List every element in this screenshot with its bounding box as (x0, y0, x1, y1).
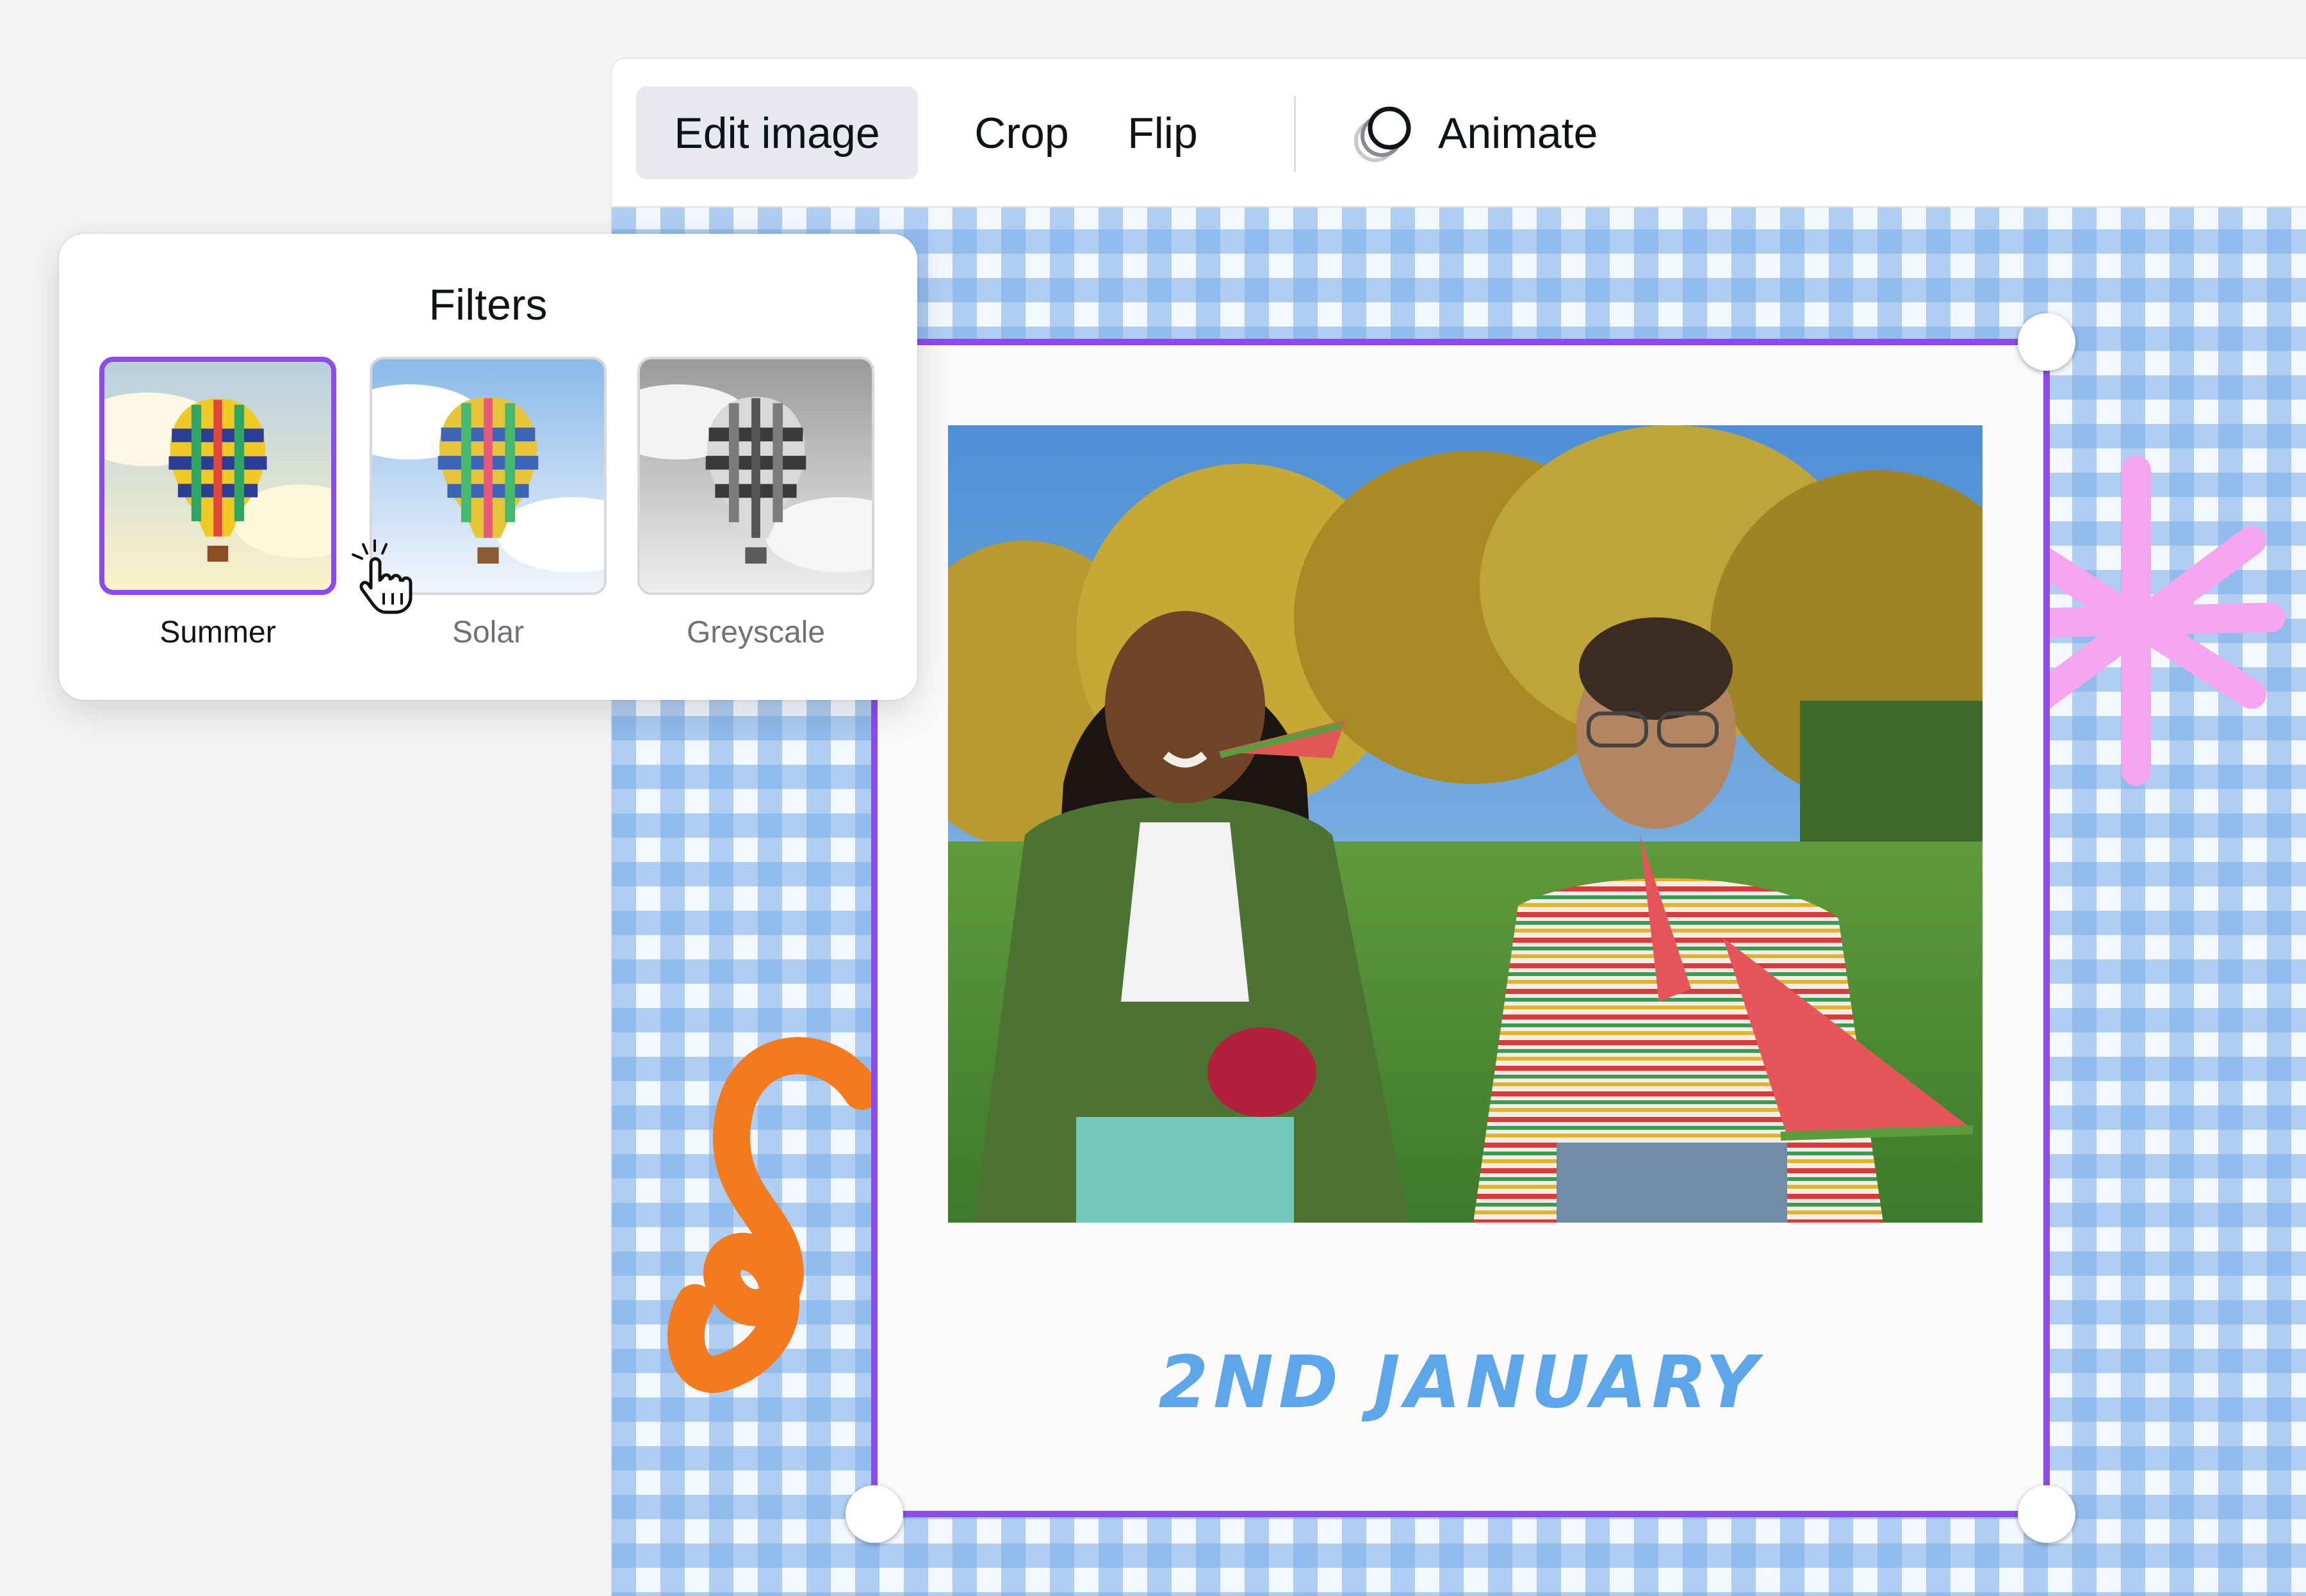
resize-handle-bottom-right[interactable] (2018, 1485, 2075, 1543)
filter-solar-label[interactable]: Solar (370, 615, 607, 650)
toolbar-divider (1294, 96, 1296, 172)
filters-title: Filters (429, 281, 548, 329)
filter-greyscale-label[interactable]: Greyscale (637, 615, 874, 650)
friends-eating-watermelon-photo[interactable] (948, 425, 1983, 1223)
animate-circles-icon[interactable] (1348, 99, 1419, 169)
filters-panel: Filters Summer Solar Greyscale (59, 234, 917, 700)
edit-image-button[interactable]: Edit image (636, 86, 918, 179)
photo-frame-selected[interactable]: 2ND JANUARY (846, 313, 2075, 1543)
orange-squiggle-sticker[interactable] (637, 1002, 906, 1412)
crop-button[interactable]: Crop (958, 86, 1086, 179)
filter-summer-label[interactable]: Summer (99, 615, 336, 650)
filter-summer-thumbnail[interactable] (99, 357, 336, 595)
image-toolbar: Edit image Crop Flip Animate (612, 59, 2306, 208)
flip-button[interactable]: Flip (1111, 86, 1214, 179)
resize-handle-top-right[interactable] (2018, 313, 2075, 371)
date-caption[interactable]: 2ND JANUARY (878, 1341, 2043, 1424)
photo-illustration (948, 425, 1983, 1223)
filter-greyscale-thumbnail[interactable] (637, 357, 874, 595)
resize-handle-bottom-left[interactable] (846, 1485, 903, 1543)
animate-button[interactable]: Animate (1438, 86, 1630, 179)
hand-pointer-cursor-icon (352, 539, 413, 614)
